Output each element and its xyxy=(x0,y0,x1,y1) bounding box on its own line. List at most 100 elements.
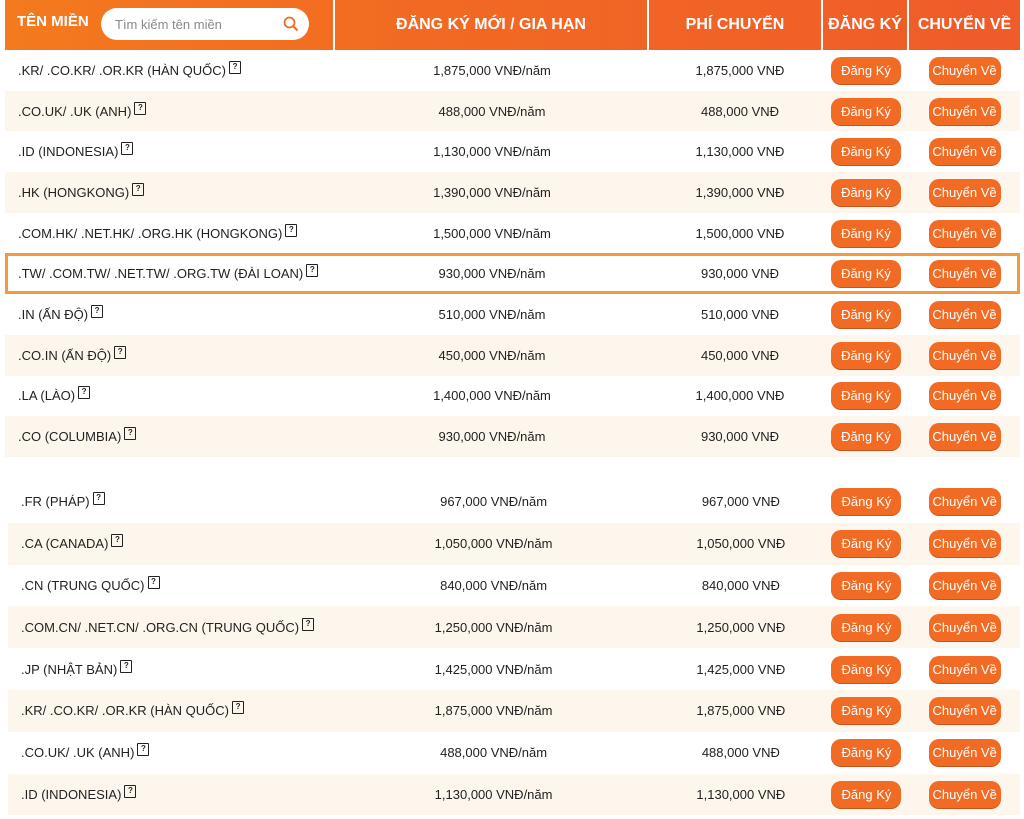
register-button[interactable]: Đăng Ký xyxy=(831,382,901,410)
help-icon[interactable]: ? xyxy=(120,659,133,673)
transfer-button[interactable]: Chuyển Về xyxy=(928,97,1001,125)
price-cell: 1,500,000 VNĐ/năm xyxy=(433,225,551,241)
transfer-fee-cell: 1,130,000 VNĐ xyxy=(695,144,785,160)
register-button[interactable]: Đăng Ký xyxy=(831,571,902,599)
register-button[interactable]: Đăng Ký xyxy=(831,341,901,369)
help-icon[interactable]: ? xyxy=(124,784,137,798)
transfer-button[interactable]: Chuyển Về xyxy=(928,382,1001,410)
help-icon[interactable]: ? xyxy=(302,617,315,631)
domain-name: .KR/ .CO.KR/ .OR.KR (HÀN QUỐC) xyxy=(18,62,227,78)
search-box[interactable]: Tìm kiếm tên miền xyxy=(101,8,309,40)
transfer-fee-cell: 840,000 VNĐ xyxy=(701,577,780,593)
register-button[interactable]: Đăng Ký xyxy=(831,97,901,125)
price-cell: 1,400,000 VNĐ/năm xyxy=(433,388,551,404)
transfer-button[interactable]: Chuyển Về xyxy=(928,300,1001,328)
register-button[interactable]: Đăng Ký xyxy=(831,260,901,288)
register-button[interactable]: Đăng Ký xyxy=(831,219,901,247)
transfer-button[interactable]: Chuyển Về xyxy=(928,488,1001,516)
transfer-fee-cell: 1,425,000 VNĐ xyxy=(696,661,786,677)
help-icon[interactable]: ? xyxy=(147,575,160,589)
transfer-fee-cell: 510,000 VNĐ xyxy=(700,306,780,322)
table-row: .KR/ .CO.KR/ .OR.KR (HÀN QUỐC) ? 1,875,0… xyxy=(5,50,1020,91)
table-row: .ID (INDONESIA) ? 1,130,000 VNĐ/năm 1,13… xyxy=(8,773,1020,816)
domain-cell: .CO.UK/ .UK (ANH) ? xyxy=(8,743,337,761)
transfer-button[interactable]: Chuyển Về xyxy=(928,56,1001,84)
transfer-button[interactable]: Chuyển Về xyxy=(928,178,1001,206)
table-row: .CO.UK/ .UK (ANH) ? 488,000 VNĐ/năm 488,… xyxy=(5,90,1020,132)
domain-name: .HK (HONGKONG) xyxy=(18,184,130,200)
domain-cell: .IN (ẤN ĐỘ) ? xyxy=(5,304,335,322)
transfer-button[interactable]: Chuyển Về xyxy=(928,423,1001,451)
price-cell: 930,000 VNĐ/năm xyxy=(438,429,546,445)
transfer-button[interactable]: Chuyển Về xyxy=(928,613,1001,641)
table-row: .LA (LÀO) ? 1,400,000 VNĐ/năm 1,400,000 … xyxy=(5,376,1020,417)
domain-table-bottom: .FR (PHÁP) ? 967,000 VNĐ/năm 967,000 VNĐ… xyxy=(8,481,1020,816)
help-icon[interactable]: ? xyxy=(92,492,105,506)
transfer-button[interactable]: Chuyển Về xyxy=(928,780,1001,808)
help-icon[interactable]: ? xyxy=(134,101,147,115)
table-row: .IN (ẤN ĐỘ) ? 510,000 VNĐ/năm 510,000 VN… xyxy=(5,294,1020,335)
help-icon[interactable]: ? xyxy=(285,223,298,237)
table-row: .CO.UK/ .UK (ANH) ? 488,000 VNĐ/năm 488,… xyxy=(8,732,1020,774)
transfer-button[interactable]: Chuyển Về xyxy=(928,697,1001,725)
domain-cell: .CA (CANADA) ? xyxy=(8,534,337,552)
register-button[interactable]: Đăng Ký xyxy=(831,56,901,84)
help-icon[interactable]: ? xyxy=(137,743,150,757)
header-domain-cell: TÊN MIỀN Tìm kiếm tên miền xyxy=(5,0,335,50)
domain-name: .ID (INDONESIA) xyxy=(21,786,122,802)
price-cell: 450,000 VNĐ/năm xyxy=(438,347,546,363)
help-icon[interactable]: ? xyxy=(121,142,134,156)
search-icon[interactable] xyxy=(277,10,305,38)
register-button[interactable]: Đăng Ký xyxy=(831,613,902,641)
domain-name: .CA (CANADA) xyxy=(21,536,109,552)
register-button[interactable]: Đăng Ký xyxy=(831,423,901,451)
register-button[interactable]: Đăng Ký xyxy=(831,138,901,166)
table-row: .COM.HK/ .NET.HK/ .ORG.HK (HONGKONG) ? 1… xyxy=(5,213,1020,254)
transfer-fee-cell: 488,000 VNĐ xyxy=(700,103,780,119)
register-button[interactable]: Đăng Ký xyxy=(831,655,902,683)
transfer-button[interactable]: Chuyển Về xyxy=(928,260,1001,288)
domain-cell: .COM.CN/ .NET.CN/ .ORG.CN (TRUNG QUỐC) ? xyxy=(8,617,337,635)
domain-name: .FR (PHÁP) xyxy=(21,494,90,510)
register-button[interactable]: Đăng Ký xyxy=(831,488,902,516)
transfer-fee-cell: 450,000 VNĐ xyxy=(700,347,780,363)
transfer-button[interactable]: Chuyển Về xyxy=(928,341,1001,369)
table-row: .COM.CN/ .NET.CN/ .ORG.CN (TRUNG QUỐC) ?… xyxy=(8,606,1020,649)
help-icon[interactable]: ? xyxy=(232,701,245,715)
help-icon[interactable]: ? xyxy=(306,264,319,278)
search-input[interactable]: Tìm kiếm tên miền xyxy=(115,17,277,32)
register-button[interactable]: Đăng Ký xyxy=(831,780,902,808)
price-cell: 488,000 VNĐ/năm xyxy=(438,103,546,119)
help-icon[interactable]: ? xyxy=(124,427,137,441)
help-icon[interactable]: ? xyxy=(78,386,91,400)
transfer-fee-cell: 1,130,000 VNĐ xyxy=(696,786,786,802)
domain-cell: .LA (LÀO) ? xyxy=(5,386,335,404)
register-button[interactable]: Đăng Ký xyxy=(831,530,902,558)
transfer-button[interactable]: Chuyển Về xyxy=(928,571,1001,599)
register-button[interactable]: Đăng Ký xyxy=(831,697,902,725)
table-row: .CA (CANADA) ? 1,050,000 VNĐ/năm 1,050,0… xyxy=(8,522,1020,565)
register-button[interactable]: Đăng Ký xyxy=(831,300,901,328)
help-icon[interactable]: ? xyxy=(114,345,127,359)
transfer-button[interactable]: Chuyển Về xyxy=(928,655,1001,683)
transfer-button[interactable]: Chuyển Về xyxy=(928,530,1001,558)
domain-cell: .ID (INDONESIA) ? xyxy=(5,142,335,159)
domain-name: .CO.UK/ .UK (ANH) xyxy=(21,745,135,761)
domain-name: .JP (NHẬT BẢN) xyxy=(21,661,118,677)
domain-cell: .ID (INDONESIA) ? xyxy=(8,784,337,802)
help-icon[interactable]: ? xyxy=(229,60,242,74)
transfer-fee-cell: 1,390,000 VNĐ xyxy=(695,184,785,200)
register-button[interactable]: Đăng Ký xyxy=(831,178,901,206)
help-icon[interactable]: ? xyxy=(91,304,104,318)
domain-cell: .CO.UK/ .UK (ANH) ? xyxy=(5,101,335,119)
transfer-button[interactable]: Chuyển Về xyxy=(928,739,1001,767)
help-icon[interactable]: ? xyxy=(132,182,145,196)
register-button[interactable]: Đăng Ký xyxy=(831,739,902,767)
help-icon[interactable]: ? xyxy=(111,534,124,548)
domain-name: .LA (LÀO) xyxy=(18,388,76,404)
domain-name: .KR/ .CO.KR/ .OR.KR (HÀN QUỐC) xyxy=(21,703,230,719)
domain-cell: .HK (HONGKONG) ? xyxy=(5,182,335,200)
transfer-button[interactable]: Chuyển Về xyxy=(928,138,1001,166)
domain-cell: .COM.HK/ .NET.HK/ .ORG.HK (HONGKONG) ? xyxy=(5,223,335,241)
transfer-button[interactable]: Chuyển Về xyxy=(928,219,1001,247)
